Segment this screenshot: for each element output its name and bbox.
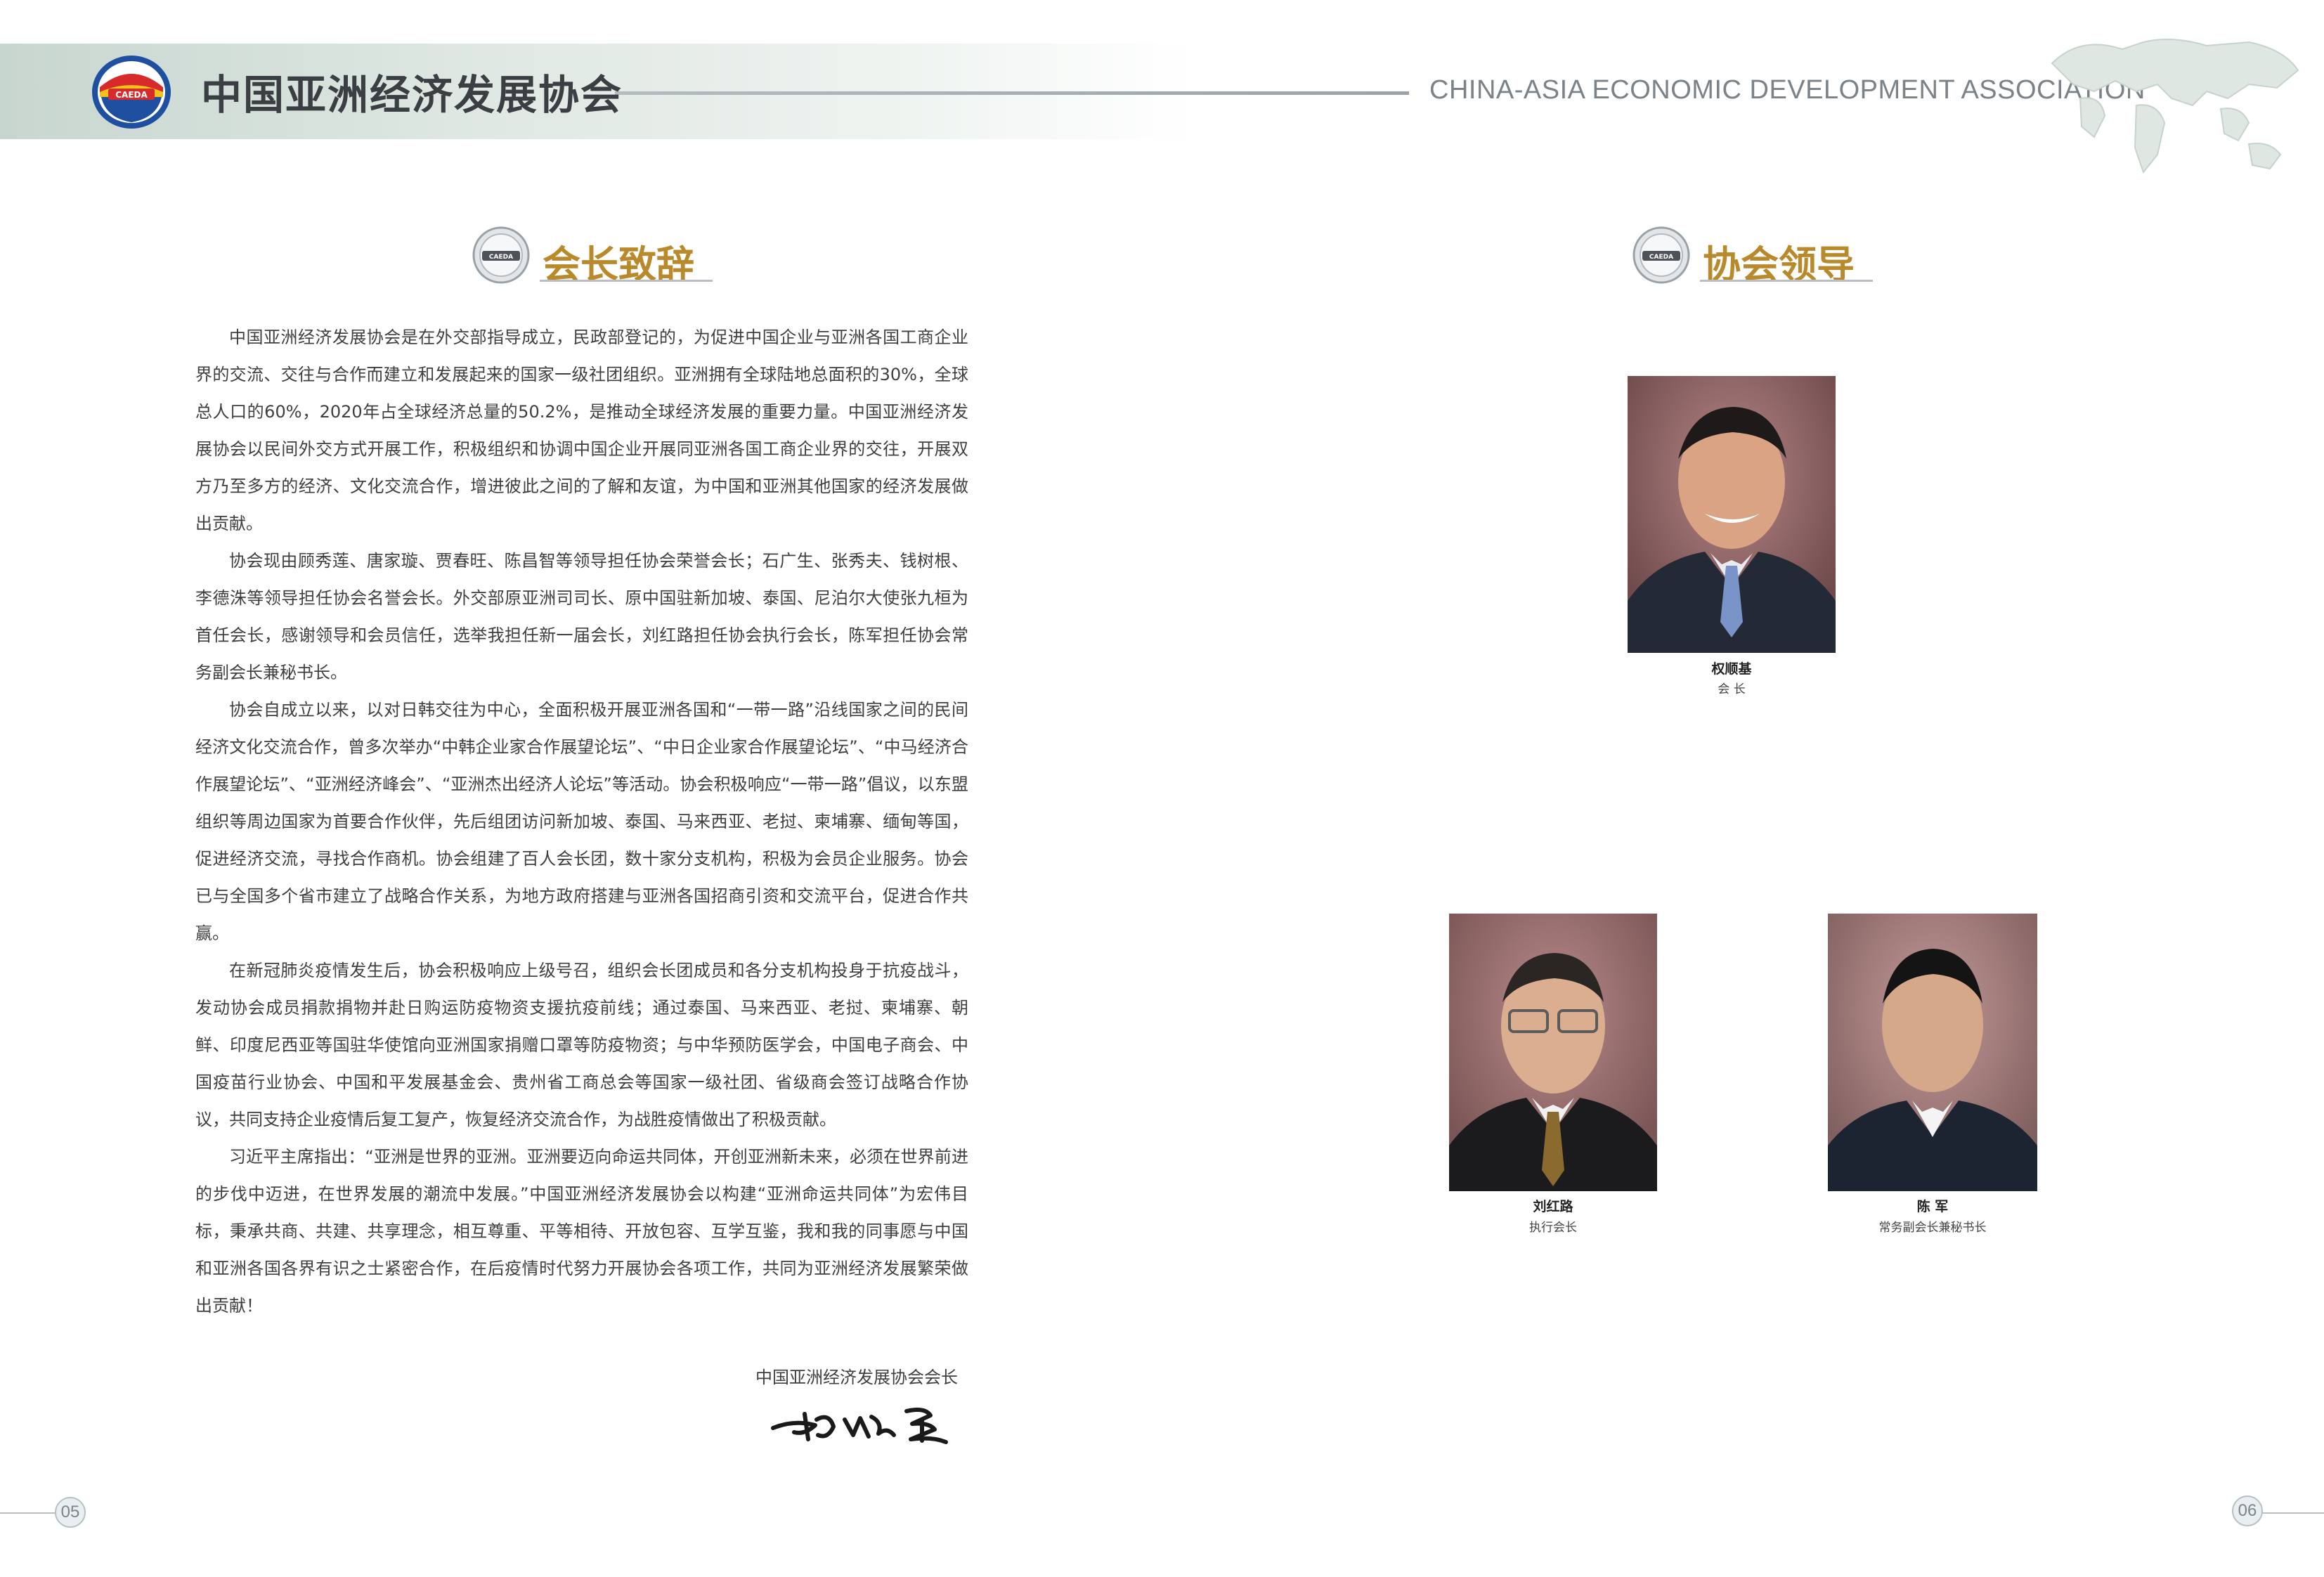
leaders-heading: CAEDA 协会领导 bbox=[1632, 226, 1885, 290]
message-paragraph: 协会自成立以来，以对日韩交往为中心，全面积极开展亚洲各国和“一带一路”沿线国家之… bbox=[195, 700, 968, 943]
signoff-label: 中国亚洲经济发展协会会长 bbox=[755, 1368, 958, 1387]
header-divider bbox=[615, 91, 1409, 95]
leader-portrait bbox=[1628, 376, 1836, 653]
signature-icon bbox=[771, 1408, 948, 1444]
world-map-icon bbox=[2051, 39, 2299, 174]
page-number-right: 06 bbox=[2232, 1495, 2263, 1526]
leader-name: 刘红路 bbox=[1533, 1199, 1573, 1214]
org-name-cn: 中国亚洲经济发展协会 bbox=[201, 71, 623, 119]
heading-underline bbox=[540, 280, 713, 282]
leader-name: 权顺基 bbox=[1711, 661, 1752, 677]
message-heading: CAEDA 会长致辞 bbox=[472, 226, 725, 290]
svg-text:CAEDA: CAEDA bbox=[1649, 254, 1673, 261]
heading-underline bbox=[1700, 280, 1873, 282]
page-number-left: 05 bbox=[55, 1497, 86, 1528]
caeda-logo-icon: CAEDA bbox=[92, 56, 171, 129]
message-paragraph: 在新冠肺炎疫情发生后，协会积极响应上级号召，组织会长团成员和各分支机构投身于抗疫… bbox=[195, 961, 968, 1129]
leader-name: 陈 军 bbox=[1916, 1199, 1949, 1214]
president-message: 中国亚洲经济发展协会是在外交部指导成立，民政部登记的，为促进中国企业与亚洲各国工… bbox=[195, 319, 968, 1325]
leader-role: 会 长 bbox=[1718, 682, 1746, 696]
leader-portrait bbox=[1828, 914, 2037, 1191]
leader-portrait bbox=[1449, 914, 1657, 1191]
leader-role: 执行会长 bbox=[1529, 1221, 1577, 1235]
message-paragraph: 习近平主席指出：“亚洲是世界的亚洲。亚洲要迈向命运共同体，开创亚洲新未来，必须在… bbox=[195, 1147, 968, 1316]
caeda-badge-icon: CAEDA bbox=[1632, 226, 1690, 284]
message-paragraph: 中国亚洲经济发展协会是在外交部指导成立，民政部登记的，为促进中国企业与亚洲各国工… bbox=[195, 327, 968, 533]
logo-text: CAEDA bbox=[115, 90, 148, 100]
caeda-badge-icon: CAEDA bbox=[472, 226, 530, 284]
leader-role: 常务副会长兼秘书长 bbox=[1878, 1221, 1987, 1235]
svg-text:CAEDA: CAEDA bbox=[489, 254, 513, 261]
message-paragraph: 协会现由顾秀莲、唐家璇、贾春旺、陈昌智等领导担任协会荣誉会长；石广生、张秀夫、钱… bbox=[195, 551, 968, 682]
